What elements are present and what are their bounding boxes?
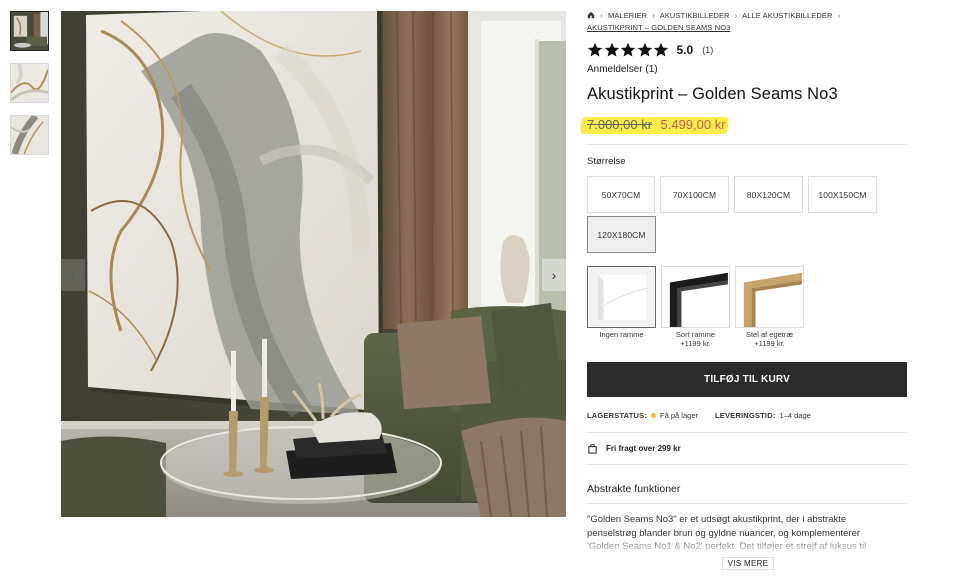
size-option-80x120[interactable]: 80X120CM [734, 176, 803, 213]
size-option-70x100[interactable]: 70X100CM [660, 176, 729, 213]
frame-price: +1199 kr. [754, 339, 785, 348]
home-icon[interactable] [587, 11, 595, 19]
thumbnail-closeup-image [11, 64, 48, 102]
star-icon [637, 42, 652, 57]
thumbnail-room[interactable] [10, 11, 49, 51]
product-title: Akustikprint – Golden Seams No3 [587, 85, 838, 103]
thumbnail-closeup[interactable] [10, 63, 49, 103]
frame-label: Ingen ramme [599, 330, 644, 339]
show-more-button[interactable]: VIS MERE [722, 557, 774, 570]
size-option-120x180[interactable]: 120X180CM [587, 216, 656, 253]
reviews-link[interactable]: Anmeldelser (1) [587, 64, 658, 75]
no-frame-icon [588, 267, 655, 327]
description-text-wrapper: "Golden Seams No3" er et udsøgt akustikp… [587, 513, 887, 554]
star-rating [587, 42, 670, 58]
prev-image-button[interactable]: ‹ [61, 259, 85, 291]
description-fade [587, 539, 887, 554]
thumbnail-room-image [11, 12, 48, 50]
chevron-right-icon: › [734, 11, 738, 20]
delivery-time-value: 1–4 dage [779, 411, 811, 420]
oak-frame-icon [736, 267, 803, 327]
divider [587, 503, 908, 504]
chevron-right-icon: › [652, 11, 655, 20]
sale-price: 5.499,00 kr [660, 117, 726, 132]
chevron-right-icon: › [600, 11, 603, 20]
stock-info: LAGERSTATUS: Få på lager LEVERINGSTID: 1… [587, 411, 908, 420]
rating: 5.0 (1) [587, 41, 908, 59]
add-to-cart-button[interactable]: TILFØJ TIL KURV [587, 362, 907, 397]
size-option-100x150[interactable]: 100X150CM [808, 176, 877, 213]
size-options: 50X70CM 70X100CM 80X120CM 100X150CM 120X… [587, 176, 908, 256]
old-price: 7.000,00 kr [587, 117, 653, 132]
next-image-button[interactable]: › [542, 259, 566, 291]
frame-option-oak[interactable]: Stel af egetræ +1199 kr. [735, 266, 804, 348]
stock-status-label: LAGERSTATUS: [587, 411, 648, 420]
thumbnail-detail[interactable] [10, 115, 49, 155]
room-scene-image [61, 11, 566, 517]
divider [587, 144, 908, 145]
frame-option-black[interactable]: Sort ramme +1199 kr. [661, 266, 730, 348]
rating-score: 5.0 [676, 43, 694, 57]
breadcrumb: › MALERIER › AKUSTIKBILLEDER › ALLE AKUS… [587, 10, 908, 34]
delivery-time-label: LEVERINGSTID: [715, 411, 776, 420]
frame-options: Ingen ramme Sort ramme +1199 kr. Stel af… [587, 266, 908, 348]
rating-count: (1) [702, 45, 714, 55]
star-icon [620, 42, 636, 57]
stock-status-dot [651, 413, 657, 418]
product-main-image: ‹ › [61, 11, 566, 517]
star-icon [653, 42, 669, 57]
chevron-right-icon: › [551, 267, 557, 283]
description-title: Abstrakte funktioner [587, 483, 681, 495]
thumbnail-list [10, 11, 50, 167]
breadcrumb-item-alle-akustikbilleder[interactable]: ALLE AKUSTIKBILLEDER [742, 11, 832, 20]
chevron-right-icon: › [837, 11, 841, 20]
black-frame-icon [662, 267, 729, 327]
thumbnail-detail-image [11, 116, 48, 154]
frame-label: Stel af egetræ [745, 330, 794, 339]
star-icon [604, 42, 619, 57]
divider [587, 464, 908, 465]
frame-price: +1199 kr. [680, 339, 711, 348]
price: 7.000,00 kr 5.499,00 kr [580, 116, 908, 134]
frame-option-none[interactable]: Ingen ramme [587, 266, 656, 348]
breadcrumb-item-akustikbilleder[interactable]: AKUSTIKBILLEDER [660, 11, 730, 20]
stock-status-value: Få på lager [660, 411, 698, 420]
size-option-50x70[interactable]: 50X70CM [587, 176, 655, 213]
star-icon [587, 42, 603, 57]
frame-label: Sort ramme [675, 330, 716, 339]
free-shipping-text: Fri fragt over 299 kr [606, 444, 681, 453]
size-label: Størrelse [587, 156, 626, 167]
shipping-info: Fri fragt over 299 kr [587, 433, 908, 464]
product-info: › MALERIER › AKUSTIKBILLEDER › ALLE AKUS… [580, 10, 908, 554]
shopping-bag-icon [588, 443, 597, 454]
breadcrumb-item-malerier[interactable]: MALERIER [608, 11, 647, 20]
breadcrumb-current[interactable]: AKUSTIKPRINT – GOLDEN SEAMS NO3 [587, 23, 730, 32]
chevron-left-icon: ‹ [70, 267, 76, 283]
